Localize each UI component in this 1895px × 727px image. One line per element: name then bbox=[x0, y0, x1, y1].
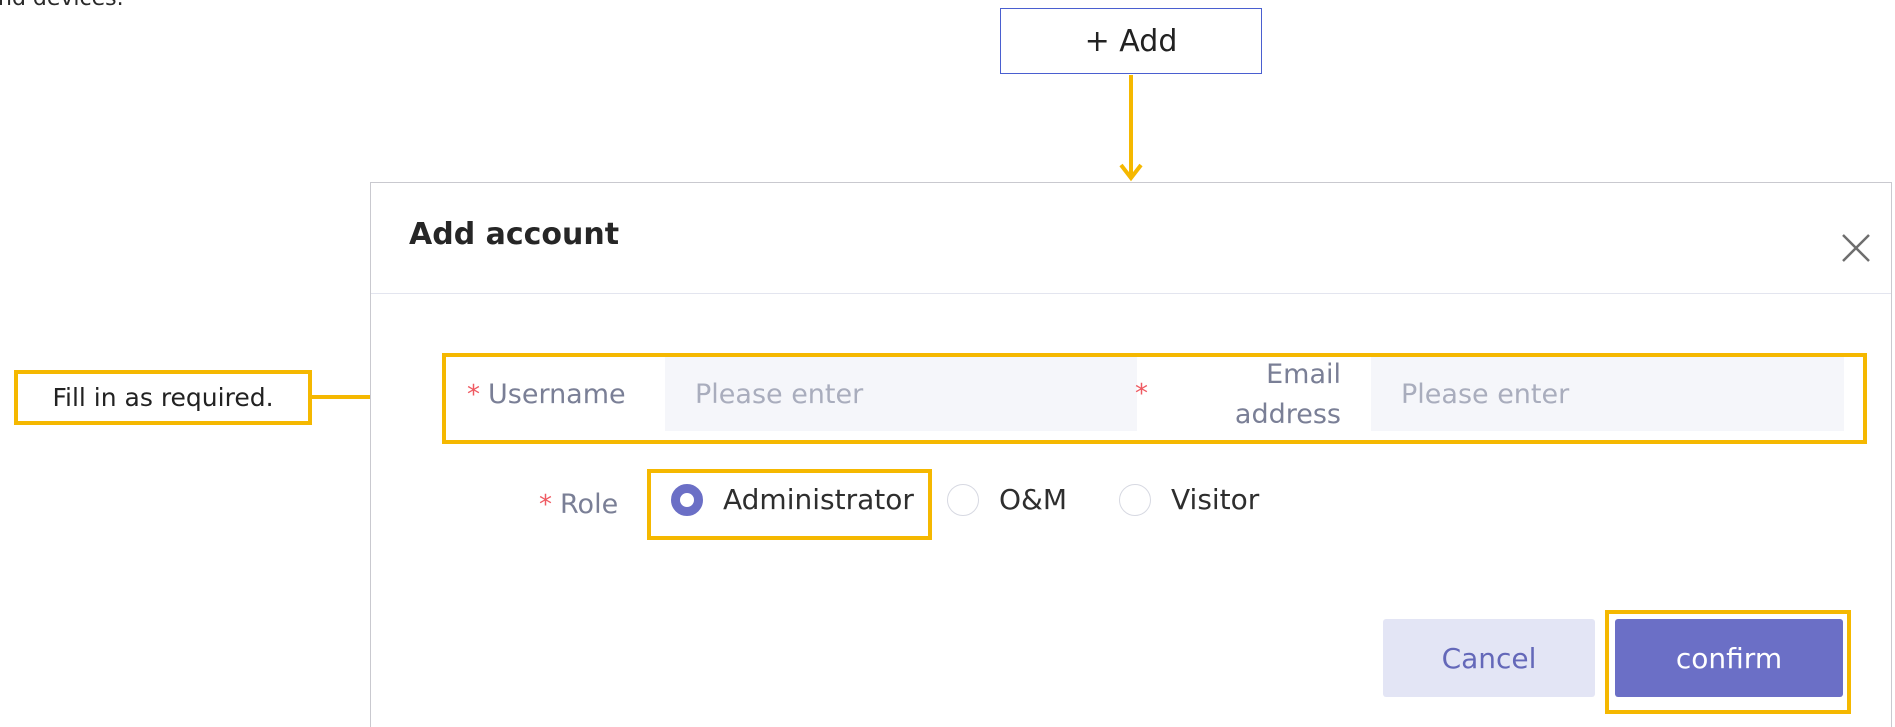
email-input[interactable] bbox=[1371, 357, 1844, 431]
required-marker: * bbox=[1135, 379, 1148, 409]
role-label: * Role bbox=[539, 489, 618, 520]
radio-visitor[interactable]: Visitor bbox=[1119, 483, 1259, 516]
radio-unselected-icon bbox=[1119, 483, 1151, 516]
callout-box: Fill in as required. bbox=[14, 370, 312, 425]
radio-label: Administrator bbox=[723, 483, 914, 516]
radio-label: O&M bbox=[999, 483, 1068, 516]
role-label-text: Role bbox=[560, 489, 619, 520]
email-label-line2: address bbox=[1234, 399, 1341, 430]
dialog-header: Add account bbox=[371, 183, 1891, 294]
radio-om[interactable]: O&M bbox=[947, 483, 1067, 516]
required-marker: * bbox=[467, 379, 480, 410]
required-marker: * bbox=[539, 489, 552, 520]
confirm-button[interactable]: confirm bbox=[1615, 619, 1843, 697]
dialog-title: Add account bbox=[409, 217, 620, 252]
username-label: * Username bbox=[467, 379, 626, 410]
add-account-dialog: Add account * Username * Email address *… bbox=[370, 182, 1892, 727]
radio-administrator[interactable]: Administrator bbox=[671, 483, 914, 516]
radio-unselected-icon bbox=[947, 483, 979, 516]
cancel-button[interactable]: Cancel bbox=[1383, 619, 1595, 697]
username-input[interactable] bbox=[665, 357, 1137, 431]
radio-selected-icon bbox=[671, 483, 703, 516]
add-button[interactable]: + Add bbox=[1000, 8, 1262, 74]
email-label: Email address bbox=[1191, 355, 1341, 435]
email-label-line1: Email bbox=[1266, 359, 1341, 390]
radio-label: Visitor bbox=[1171, 483, 1260, 516]
close-icon[interactable] bbox=[1841, 233, 1871, 263]
username-label-text: Username bbox=[488, 379, 626, 410]
cutoff-text: nd devices. bbox=[0, 0, 124, 11]
